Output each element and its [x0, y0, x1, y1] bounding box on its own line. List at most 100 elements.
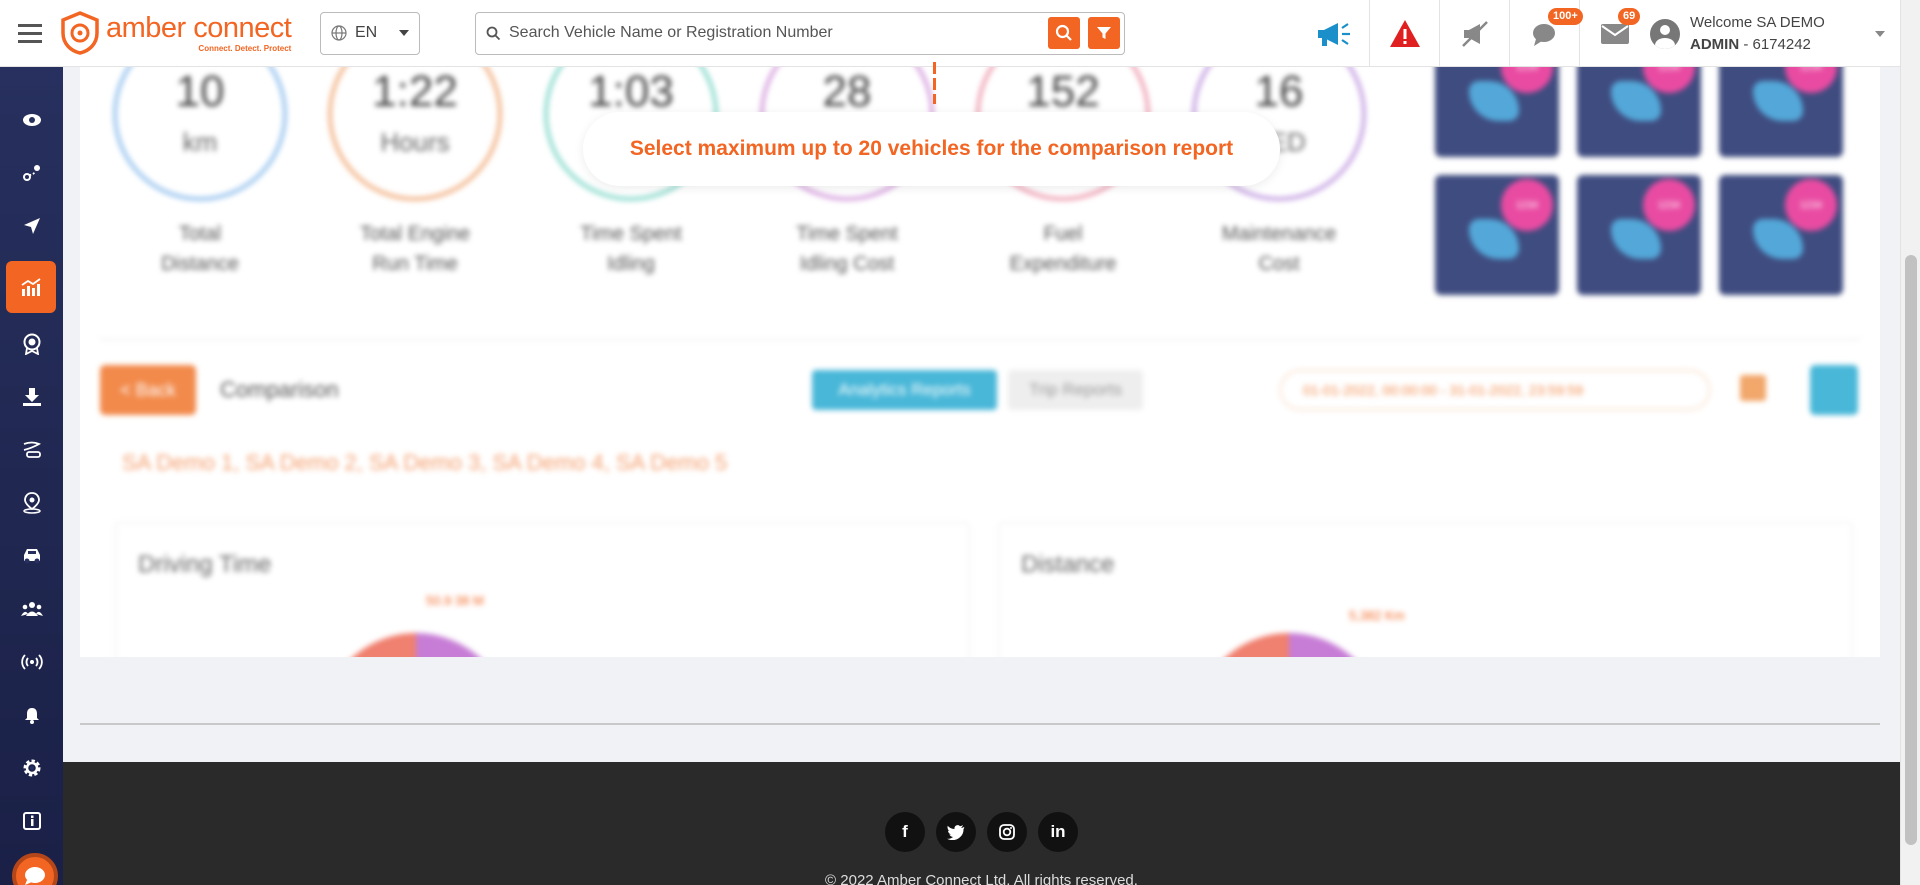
tile-harsh-turn[interactable]: 1234	[1577, 67, 1701, 157]
hamburger-menu-icon[interactable]	[0, 0, 60, 67]
card-title: Driving Time	[138, 551, 272, 578]
notifications-button[interactable]: 100+	[1510, 0, 1583, 67]
envelope-icon	[1601, 23, 1629, 44]
stat-value: 16	[1254, 67, 1304, 116]
alerts-button[interactable]	[1370, 0, 1440, 67]
search-input[interactable]	[509, 24, 1040, 42]
facebook-icon[interactable]: f	[885, 812, 925, 852]
welcome-text: Welcome SA DEMO	[1690, 13, 1825, 31]
stat-label: Fuel Expenditure	[1009, 223, 1117, 275]
copyright-text: © 2022 Amber Connect Ltd. All rights res…	[825, 872, 1138, 885]
stat-value: 1:03	[588, 67, 674, 116]
calendar-icon[interactable]	[1740, 375, 1766, 401]
sidebar-item-info[interactable]	[0, 795, 63, 847]
page-scrollbar[interactable]	[1900, 0, 1920, 885]
search-button[interactable]	[1048, 17, 1080, 49]
linkedin-icon[interactable]: in	[1038, 812, 1078, 852]
car-icon	[23, 549, 40, 564]
tile-seatbelt[interactable]: 1234	[1435, 175, 1559, 295]
sidebar	[0, 67, 63, 885]
stat-unit: Hours	[380, 127, 450, 157]
mute-alerts-button[interactable]	[1440, 0, 1510, 67]
footer-divider	[80, 723, 1880, 725]
sidebar-item-vehicles[interactable]	[0, 530, 63, 582]
sidebar-item-trips[interactable]	[0, 424, 63, 476]
tile-speedometer[interactable]: 1234	[1435, 67, 1559, 157]
sidebar-item-users[interactable]	[0, 583, 63, 635]
stat-label: Time Spent Idling	[580, 223, 682, 275]
amber-shield-logo-icon	[61, 11, 99, 55]
stat-value: 1:22	[372, 67, 458, 116]
user-menu[interactable]: Welcome SA DEMO ADMIN - 6174242	[1650, 0, 1885, 67]
signal-broadcast-icon	[20, 654, 43, 670]
gear-icon	[23, 759, 40, 777]
date-range-picker[interactable]: 01-01-2022, 00:00:00 - 31-01-2022, 23:59…	[1280, 370, 1710, 410]
sidebar-item-settings[interactable]	[0, 742, 63, 794]
warning-triangle-icon	[1389, 20, 1420, 47]
selected-vehicles-list: SA Demo 1, SA Demo 2, SA Demo 3, SA Demo…	[122, 450, 728, 475]
live-chat-button[interactable]	[12, 853, 58, 885]
back-button[interactable]: < Back	[100, 365, 196, 415]
tile-harsh-braking[interactable]: 1234	[1719, 67, 1843, 157]
messages-button[interactable]: 69	[1580, 0, 1650, 67]
instagram-camera-icon	[999, 824, 1015, 840]
distance-card: Distance 5,382 Km	[998, 522, 1853, 657]
messages-badge: 69	[1618, 8, 1641, 25]
vehicle-search-bar	[475, 11, 1125, 55]
tab-analytics-reports[interactable]: Analytics Reports	[812, 370, 997, 410]
language-selector[interactable]: EN	[320, 11, 420, 55]
scrollbar-thumb[interactable]	[1905, 255, 1917, 845]
sidebar-item-downloads[interactable]	[0, 371, 63, 423]
stat-value: 10	[175, 67, 225, 116]
download-report-button[interactable]	[1810, 365, 1858, 415]
muted-megaphone-icon	[1461, 20, 1488, 47]
download-icon	[22, 388, 41, 406]
sidebar-item-rewards[interactable]	[0, 318, 63, 370]
tab-trip-reports[interactable]: Trip Reports	[1008, 370, 1143, 410]
toast-message: Select maximum up to 20 vehicles for the…	[583, 112, 1280, 186]
language-label: EN	[355, 24, 378, 41]
tile-harsh-acceleration[interactable]: 1234	[1719, 175, 1843, 295]
stat-label: Time Spent Idling Cost	[796, 223, 898, 275]
brand-logo[interactable]: amber connect Connect. Detect. Protect	[60, 11, 310, 55]
sidebar-item-devices[interactable]	[0, 636, 63, 688]
header-action-icons: 100+ 69	[1300, 0, 1650, 67]
globe-icon	[331, 25, 347, 41]
stat-value: 152	[1026, 67, 1100, 116]
twitter-icon[interactable]	[936, 812, 976, 852]
tile-badge: 1234	[1643, 179, 1695, 231]
sidebar-item-analytics[interactable]	[6, 261, 56, 313]
tile-badge: 1234	[1785, 179, 1837, 231]
comparison-title: Comparison	[220, 377, 339, 402]
info-icon	[22, 812, 41, 830]
top-navigation-bar: amber connect Connect. Detect. Protect E…	[0, 0, 1900, 67]
announcements-button[interactable]	[1300, 0, 1370, 67]
notifications-badge: 100+	[1548, 8, 1583, 25]
chat-icon	[25, 867, 45, 885]
tile-collision[interactable]: 1234	[1577, 175, 1701, 295]
footer: f in © 2022 Amber Connect Ltd. All right…	[63, 762, 1900, 885]
account-number: - 6174242	[1739, 35, 1811, 53]
megaphone-icon	[1317, 22, 1350, 46]
driver-behaviour-tiles: 1234 1234 1234 1234 1234 1234	[1415, 67, 1860, 312]
tile-badge: 1234	[1501, 179, 1553, 231]
sidebar-item-geofence[interactable]	[0, 477, 63, 529]
navigation-arrow-icon	[23, 218, 40, 234]
pie-data-label: 50.9 38 M	[426, 593, 484, 608]
brand-name: amber connect	[106, 11, 292, 44]
users-group-icon	[20, 602, 43, 616]
twitter-bird-icon	[947, 824, 965, 840]
driving-time-pie-chart	[321, 633, 511, 657]
sidebar-item-alerts[interactable]	[0, 689, 63, 741]
stat-label: Total Engine Run Time	[359, 223, 471, 275]
sidebar-item-navigation[interactable]	[0, 200, 63, 252]
stat-label: Maintenance Cost	[1221, 223, 1337, 275]
toast-indicator	[933, 62, 936, 104]
section-divider	[100, 339, 1860, 340]
sidebar-item-live-view[interactable]	[0, 94, 63, 146]
analytics-chart-icon	[21, 278, 41, 296]
instagram-icon[interactable]	[987, 812, 1027, 852]
filter-button[interactable]	[1088, 17, 1120, 49]
distance-pie-chart	[1194, 633, 1384, 657]
sidebar-item-routes[interactable]	[0, 147, 63, 199]
